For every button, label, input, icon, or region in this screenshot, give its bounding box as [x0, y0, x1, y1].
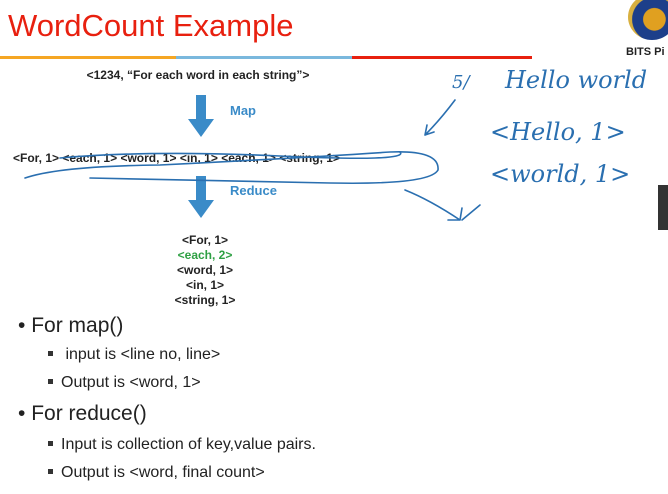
pointer-arrow	[424, 99, 456, 136]
check-stroke	[404, 189, 481, 221]
handwritten-text: <Hello, 1>	[490, 118, 626, 146]
handwritten-text: <world, 1>	[490, 160, 631, 188]
handwritten-mark: 5/	[452, 72, 470, 93]
handwritten-text: Hello world	[505, 66, 648, 94]
